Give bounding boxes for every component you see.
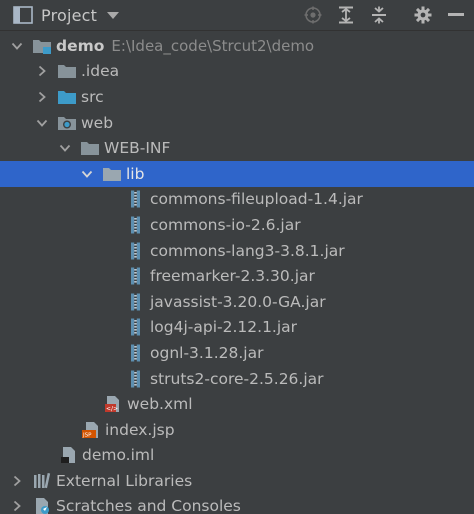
jar-label: freemarker-2.3.30.jar: [150, 267, 315, 286]
tree-node-demo-iml[interactable]: demo.iml: [0, 443, 474, 469]
svg-text:JSP: JSP: [82, 432, 92, 438]
scratches-icon: [32, 497, 52, 514]
jar-archive-icon: [126, 318, 146, 336]
jar-archive-icon: [126, 267, 146, 285]
jar-item[interactable]: freemarker-2.3.30.jar: [0, 263, 474, 289]
jar-item[interactable]: log4j-api-2.12.1.jar: [0, 315, 474, 341]
jar-archive-icon: [126, 293, 146, 311]
web-xml-file-icon: </>: [103, 395, 123, 413]
jar-archive-icon: [126, 216, 146, 234]
tree-node-index-jsp[interactable]: JSP index.jsp: [0, 417, 474, 443]
jar-label: log4j-api-2.12.1.jar: [150, 318, 298, 337]
header-toolbar: [291, 4, 474, 26]
jar-archive-icon: [126, 370, 146, 388]
collapse-all-icon[interactable]: [368, 4, 390, 26]
tree-label-web: web: [81, 113, 114, 132]
libraries-icon: [32, 472, 52, 490]
web-folder-icon: [57, 114, 77, 132]
chevron-right-icon[interactable]: [11, 475, 23, 487]
chevron-right-icon[interactable]: [36, 65, 48, 77]
tree-label-scratches: Scratches and Consoles: [56, 497, 241, 514]
tree-label-demo: demo: [56, 36, 105, 55]
chevron-down-icon[interactable]: [81, 168, 93, 180]
locate-target-icon[interactable]: [302, 4, 324, 26]
project-tool-window: Project demo E:\Idea_code\Strcut2\demo .…: [0, 0, 474, 514]
tree-node-src[interactable]: src: [0, 84, 474, 110]
tree-label-lib: lib: [126, 164, 145, 183]
module-path: E:\Idea_code\Strcut2\demo: [111, 36, 315, 55]
jsp-file-icon: JSP: [81, 421, 101, 439]
tree-node-idea[interactable]: .idea: [0, 59, 474, 85]
source-folder-icon: [57, 88, 77, 106]
jar-label: struts2-core-2.5.26.jar: [150, 369, 324, 388]
tree-label-external-libraries: External Libraries: [56, 471, 193, 490]
project-view-selector[interactable]: Project: [13, 5, 120, 25]
tree-node-external-libraries[interactable]: External Libraries: [0, 468, 474, 494]
jar-label: commons-fileupload-1.4.jar: [150, 190, 363, 209]
jar-item[interactable]: commons-io-2.6.jar: [0, 212, 474, 238]
tree-node-web-inf[interactable]: WEB-INF: [0, 135, 474, 161]
tree-node-scratches[interactable]: Scratches and Consoles: [0, 494, 474, 514]
tree-node-lib[interactable]: lib: [0, 160, 474, 187]
jar-label: commons-io-2.6.jar: [150, 215, 301, 234]
jar-item[interactable]: ognl-3.1.28.jar: [0, 340, 474, 366]
jar-label: ognl-3.1.28.jar: [150, 343, 264, 362]
folder-icon: [102, 165, 122, 183]
folder-icon: [57, 62, 77, 80]
chevron-right-icon[interactable]: [11, 500, 23, 512]
project-header: Project: [0, 0, 474, 31]
svg-text:</>: </>: [106, 406, 118, 413]
chevron-down-icon[interactable]: [11, 40, 23, 52]
folder-icon: [80, 139, 100, 157]
jar-item[interactable]: javassist-3.20.0-GA.jar: [0, 289, 474, 315]
chevron-down-icon[interactable]: [59, 142, 71, 154]
tree-node-web[interactable]: web: [0, 110, 474, 136]
tree-node-web-xml[interactable]: </> web.xml: [0, 391, 474, 417]
tree-label-src: src: [81, 87, 104, 106]
project-tree: demo E:\Idea_code\Strcut2\demo .idea src: [0, 33, 474, 514]
tree-label-web-inf: WEB-INF: [104, 139, 171, 158]
project-view-icon: [13, 6, 33, 24]
jar-item[interactable]: struts2-core-2.5.26.jar: [0, 366, 474, 392]
jar-item[interactable]: commons-lang3-3.8.1.jar: [0, 238, 474, 264]
chevron-right-icon[interactable]: [36, 91, 48, 103]
dropdown-caret-icon[interactable]: [107, 11, 120, 19]
jar-archive-icon: [126, 344, 146, 362]
tree-label-demo-iml: demo.iml: [82, 446, 155, 465]
jar-label: javassist-3.20.0-GA.jar: [150, 292, 326, 311]
jar-label: commons-lang3-3.8.1.jar: [150, 241, 345, 260]
tree-node-demo[interactable]: demo E:\Idea_code\Strcut2\demo: [0, 33, 474, 59]
tree-label-web-xml: web.xml: [127, 395, 193, 414]
tree-label-index-jsp: index.jsp: [105, 420, 175, 439]
iml-module-file-icon: [58, 446, 78, 464]
project-title: Project: [41, 5, 98, 25]
hide-panel-icon[interactable]: [445, 4, 467, 26]
module-folder-icon: [32, 37, 52, 55]
expand-all-icon[interactable]: [335, 4, 357, 26]
jar-archive-icon: [126, 242, 146, 260]
jar-archive-icon: [126, 190, 146, 208]
chevron-down-icon[interactable]: [36, 117, 48, 129]
settings-gear-icon[interactable]: [412, 4, 434, 26]
tree-label-idea: .idea: [81, 62, 120, 81]
jar-item[interactable]: commons-fileupload-1.4.jar: [0, 187, 474, 213]
